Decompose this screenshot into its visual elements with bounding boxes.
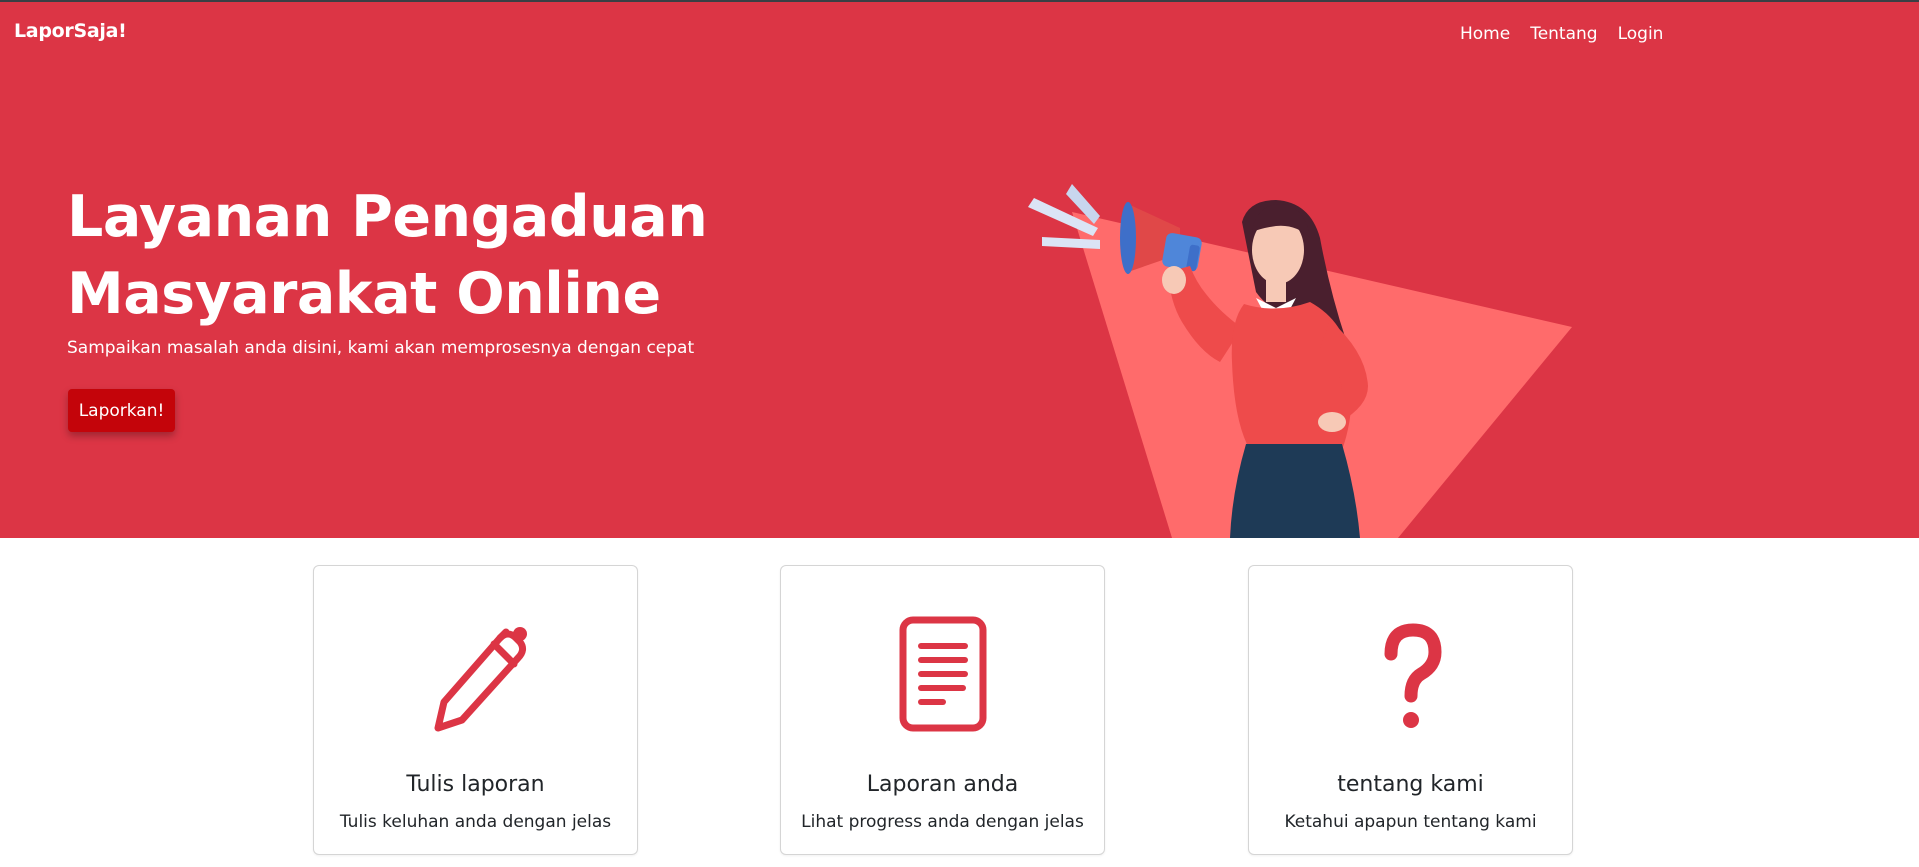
card-tentang-kami[interactable]: tentang kami Ketahui apapun tentang kami	[1248, 565, 1573, 855]
page-title-line-1: Layanan Pengaduan	[67, 184, 708, 250]
hero-section: LaporSaja! Home Tentang Login Layanan Pe…	[0, 2, 1919, 538]
page-title: Layanan Pengaduan Masyarakat Online	[67, 179, 847, 333]
card-title: Tulis laporan	[406, 772, 545, 797]
card-title: tentang kami	[1337, 772, 1484, 797]
megaphone-woman-illustration	[1028, 184, 1572, 538]
card-description: Lihat progress anda dengan jelas	[801, 812, 1084, 832]
pen-icon	[434, 627, 527, 732]
card-description: Tulis keluhan anda dengan jelas	[339, 812, 612, 832]
report-button[interactable]: Laporkan!	[68, 389, 175, 432]
card-laporan-anda[interactable]: Laporan anda Lihat progress anda dengan …	[780, 565, 1105, 855]
page-title-line-2: Masyarakat Online	[67, 261, 661, 327]
hero-subtitle: Sampaikan masalah anda disini, kami akan…	[67, 338, 695, 358]
card-description: Ketahui apapun tentang kami	[1284, 812, 1537, 832]
feature-cards: Tulis laporan Tulis keluhan anda dengan …	[0, 565, 1919, 865]
brand-logo[interactable]: LaporSaja!	[14, 20, 127, 42]
document-icon	[899, 616, 986, 732]
nav-link-login[interactable]: Login	[1618, 24, 1664, 44]
card-title: Laporan anda	[866, 772, 1019, 797]
question-icon	[1384, 623, 1442, 728]
card-tulis-laporan[interactable]: Tulis laporan Tulis keluhan anda dengan …	[313, 565, 638, 855]
